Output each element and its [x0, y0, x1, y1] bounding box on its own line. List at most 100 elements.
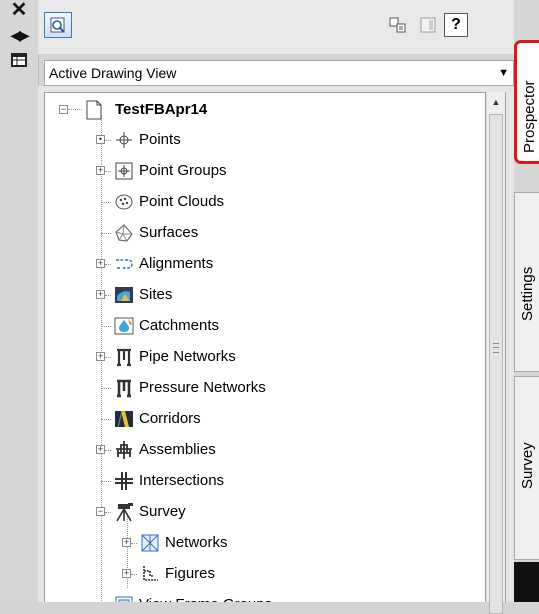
points-icon — [116, 132, 132, 148]
tree-item-pressure-networks[interactable]: Pressure Networks — [45, 373, 485, 404]
tree-item-figures[interactable]: + Figures — [45, 559, 485, 590]
figures-icon — [143, 566, 158, 581]
expand-icon[interactable]: + — [96, 166, 105, 175]
tab-settings[interactable]: Settings — [514, 192, 539, 372]
tree-item-label: Intersections — [139, 472, 225, 489]
tree-item-label: Figures — [165, 565, 216, 582]
scroll-thumb[interactable] — [489, 114, 503, 614]
help-button[interactable]: ? — [444, 13, 468, 37]
tab-settings-label: Settings — [519, 266, 536, 321]
tree-connector — [101, 419, 111, 420]
tree-connector — [101, 233, 111, 234]
tree-item-label: View Frame Groups — [139, 596, 272, 602]
expand-icon[interactable]: + — [96, 352, 105, 361]
expand-icon[interactable]: + — [122, 569, 131, 578]
tree-connector — [68, 109, 82, 110]
tab-survey-label: Survey — [519, 442, 536, 489]
node-dot-icon[interactable]: • — [96, 135, 105, 144]
tree-item-label: Point Clouds — [139, 193, 225, 210]
tab-prospector-label: Prospector — [521, 80, 538, 153]
tree-item-label: Surfaces — [139, 224, 199, 241]
assemblies-icon — [116, 441, 132, 459]
tree-connector — [131, 574, 137, 575]
tree-scrollbar[interactable]: ▲ — [486, 92, 506, 614]
surfaces-icon — [115, 224, 133, 242]
tree-connector — [105, 171, 111, 172]
tree-connector — [105, 264, 111, 265]
tree-item-view-frame-groups[interactable]: View Frame Groups — [45, 590, 485, 602]
tree-item-label: Survey — [139, 503, 186, 520]
tree-root-label: TestFBApr14 — [115, 101, 208, 118]
tree-connector — [105, 357, 111, 358]
tree-item-label: Points — [139, 131, 181, 148]
palette-tabs: Prospector Settings Survey — [514, 0, 539, 602]
catchments-icon — [114, 317, 134, 335]
tab-dark-edge[interactable] — [514, 562, 539, 602]
tree-item-alignments[interactable]: + Alignments — [45, 249, 485, 280]
collapse-icon[interactable]: − — [96, 507, 105, 516]
scroll-up-icon[interactable]: ▲ — [487, 92, 505, 112]
tree-item-label: Networks — [165, 534, 228, 551]
tree-item-label: Sites — [139, 286, 173, 303]
tree-item-catchments[interactable]: Catchments — [45, 311, 485, 342]
tree-item-surfaces[interactable]: Surfaces — [45, 218, 485, 249]
view-select-value: Active Drawing View — [49, 65, 177, 81]
tree-connector — [105, 512, 111, 513]
panel-options-icon[interactable] — [414, 12, 442, 38]
tree-connector — [105, 140, 111, 141]
sites-icon — [115, 287, 133, 303]
tree-connector — [105, 295, 111, 296]
tree-item-label: Pressure Networks — [139, 379, 266, 396]
tree-item-assemblies[interactable]: + Assemblies — [45, 435, 485, 466]
intersections-icon — [115, 472, 133, 490]
networks-icon — [141, 534, 159, 552]
prospector-tree[interactable]: − TestFBApr14 • Points + Point Groups Point … — [44, 92, 486, 602]
tree-item-sites[interactable]: + Sites — [45, 280, 485, 311]
pipe-networks-icon — [117, 348, 131, 367]
palette-left-strip: ✕ ◀▶ — [0, 0, 39, 602]
survey-icon — [116, 503, 133, 522]
tree-item-points[interactable]: • Points — [45, 125, 485, 156]
close-icon[interactable]: ✕ — [0, 0, 38, 22]
tab-survey[interactable]: Survey — [514, 376, 539, 560]
pressure-networks-icon — [117, 379, 131, 398]
properties-icon[interactable] — [0, 50, 38, 72]
alignments-icon — [116, 259, 133, 269]
tree-item-label: Point Groups — [139, 162, 227, 179]
item-view-icon[interactable] — [44, 12, 72, 38]
tree-item-corridors[interactable]: Corridors — [45, 404, 485, 435]
expand-icon[interactable]: + — [96, 259, 105, 268]
expand-icon[interactable]: + — [122, 538, 131, 547]
tree-item-label: Assemblies — [139, 441, 216, 458]
tree-connector — [101, 481, 111, 482]
tree-connector — [101, 202, 111, 203]
tree-item-point-groups[interactable]: + Point Groups — [45, 156, 485, 187]
collapse-icon[interactable]: − — [59, 105, 68, 114]
tree-item-point-clouds[interactable]: Point Clouds — [45, 187, 485, 218]
tree-item-label: Alignments — [139, 255, 214, 272]
drawing-icon — [86, 100, 102, 120]
tree-item-intersections[interactable]: Intersections — [45, 466, 485, 497]
tree-connector — [105, 450, 111, 451]
point-clouds-icon — [115, 194, 133, 210]
toolbar: ? — [38, 0, 514, 54]
auto-hide-icon[interactable]: ◀▶ — [0, 24, 38, 46]
expand-icon[interactable]: + — [96, 290, 105, 299]
view-frame-groups-icon — [115, 596, 133, 602]
view-select[interactable]: Active Drawing View ▼ — [44, 60, 514, 86]
tree-item-networks[interactable]: + Networks — [45, 528, 485, 559]
tab-prospector[interactable]: Prospector — [514, 40, 539, 164]
tree-connector — [101, 326, 111, 327]
tree-item-label: Catchments — [139, 317, 220, 334]
expand-icon[interactable]: + — [96, 445, 105, 454]
point-groups-icon — [115, 162, 133, 180]
tree-item-survey[interactable]: − Survey — [45, 497, 485, 528]
toggle-item-view-icon[interactable] — [384, 12, 412, 38]
tree-item-label: Corridors — [139, 410, 201, 427]
tree-item-pipe-networks[interactable]: + Pipe Networks — [45, 342, 485, 373]
corridors-icon — [115, 410, 133, 428]
tree-item-label: Pipe Networks — [139, 348, 236, 365]
chevron-down-icon: ▼ — [498, 67, 509, 79]
tree-root[interactable]: − TestFBApr14 — [45, 95, 485, 126]
tree-connector — [101, 388, 111, 389]
